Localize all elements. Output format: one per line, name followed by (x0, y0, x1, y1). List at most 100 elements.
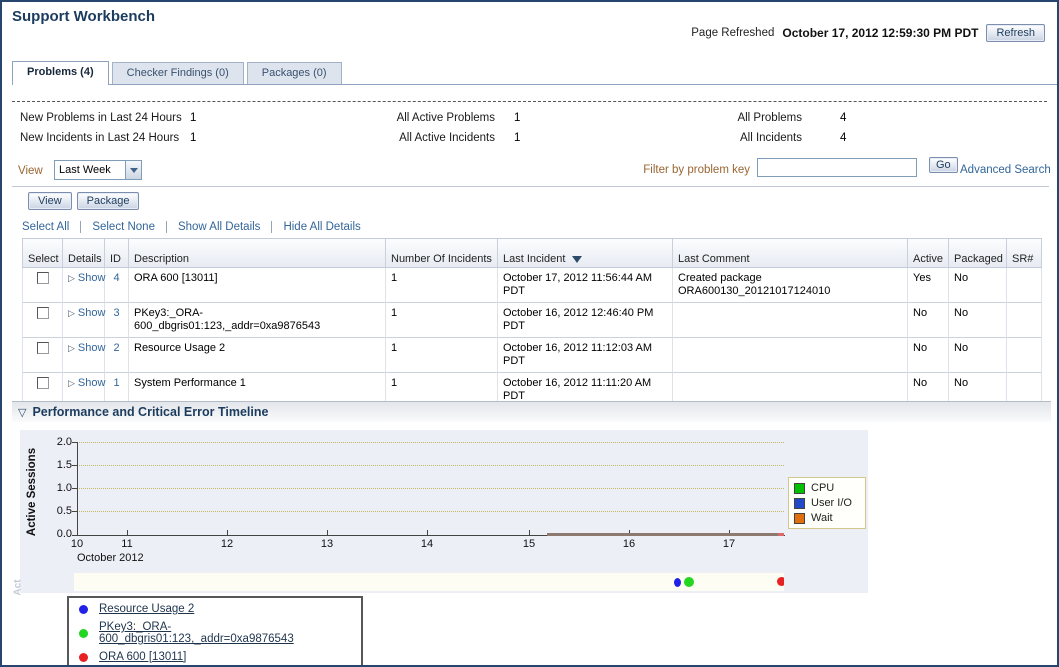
select-none-link[interactable]: Select None (80, 221, 155, 233)
col-header-packaged[interactable]: Packaged (949, 239, 1007, 267)
y-tick-label: 1.0 (42, 482, 72, 494)
x-tick-label: 12 (215, 538, 239, 550)
stat-all-problems-label: All Problems (632, 112, 802, 124)
last-incident-cell: October 17, 2012 11:56:44 AM PDT (498, 268, 673, 303)
show-all-details-link[interactable]: Show All Details (166, 221, 260, 233)
stat-new-problems-value: 1 (190, 112, 196, 124)
timeline-chart: Active Sessions 2.0 1.5 1.0 0.5 0.0 10 1… (20, 430, 868, 593)
go-button[interactable]: Go (929, 157, 958, 173)
overview-marker-dot-red[interactable] (777, 577, 784, 586)
problem-id-link[interactable]: 3 (113, 307, 119, 319)
legend-item-user-io: User I/O (794, 497, 860, 509)
show-details-link[interactable]: Show (78, 342, 106, 354)
stat-all-problems-value: 4 (840, 112, 846, 124)
legend-label: CPU (811, 482, 834, 494)
x-tick-label: 11 (115, 538, 139, 550)
problem-key-filter-input[interactable] (757, 158, 917, 177)
hide-all-details-link[interactable]: Hide All Details (271, 221, 360, 233)
col-header-last-comment[interactable]: Last Comment (673, 239, 908, 267)
dropdown-arrow-icon[interactable] (125, 161, 141, 179)
problem-link-resource-usage[interactable]: Resource Usage 2 (99, 603, 194, 615)
col-header-details[interactable]: Details (63, 239, 105, 267)
refresh-bar: Page Refreshed October 17, 2012 12:59:30… (691, 24, 1045, 42)
problem-id-link[interactable]: 1 (113, 377, 119, 389)
table-row: ▷Show 4 ORA 600 [13011] 1 October 17, 20… (22, 268, 1042, 303)
row-checkbox[interactable] (37, 342, 49, 354)
problem-id-link[interactable]: 4 (113, 272, 119, 284)
timeline-overview-strip[interactable] (74, 573, 784, 591)
problem-legend-box: Resource Usage 2 PKey3:_ORA-600_dbgris01… (67, 596, 363, 667)
expand-arrow-icon[interactable]: ▷ (68, 308, 75, 318)
problem-description: PKey3:_ORA-600_dbgris01:123,_addr=0xa987… (129, 303, 386, 338)
problem-description: Resource Usage 2 (129, 338, 386, 373)
show-details-link[interactable]: Show (78, 272, 106, 284)
tab-packages[interactable]: Packages (0) (247, 62, 342, 84)
stat-active-problems-label: All Active Problems (292, 112, 495, 124)
stat-active-problems-value: 1 (514, 112, 520, 124)
page-title: Support Workbench (12, 8, 155, 25)
collapse-triangle-icon[interactable]: ▽ (18, 406, 26, 419)
col-header-number-of-incidents[interactable]: Number Of Incidents (386, 239, 498, 267)
problem-link-pkey3-ora-600[interactable]: PKey3:_ORA-600_dbgris01:123,_addr=0xa987… (99, 621, 351, 645)
advanced-search-link[interactable]: Advanced Search (960, 164, 1051, 176)
col-header-description[interactable]: Description (129, 239, 386, 267)
col-header-last-incident[interactable]: Last Incident (498, 239, 673, 267)
select-all-link[interactable]: Select All (22, 221, 69, 233)
col-header-select[interactable]: Select (22, 239, 63, 267)
stat-new-incidents-value: 1 (190, 132, 196, 144)
view-select[interactable]: Last Week (54, 160, 142, 180)
col-header-sr[interactable]: SR# (1007, 239, 1042, 267)
expand-arrow-icon[interactable]: ▷ (68, 273, 75, 283)
expand-arrow-icon[interactable]: ▷ (68, 378, 75, 388)
tab-bar: Problems (4) Checker Findings (0) Packag… (12, 58, 1057, 85)
tab-problems[interactable]: Problems (4) (12, 61, 109, 85)
row-checkbox[interactable] (37, 377, 49, 389)
sr-number (1007, 338, 1042, 373)
packaged-flag: No (949, 268, 1007, 303)
problem-legend-row: Resource Usage 2 (69, 600, 361, 618)
view-label: View (18, 165, 43, 177)
expand-arrow-icon[interactable]: ▷ (68, 343, 75, 353)
gridline (79, 488, 784, 489)
table-row: ▷Show 3 PKey3:_ORA-600_dbgris01:123,_add… (22, 303, 1042, 338)
x-tick-mark (127, 530, 128, 535)
selection-links-row: Select All Select None Show All Details … (22, 221, 361, 233)
show-details-link[interactable]: Show (78, 307, 106, 319)
last-incident-header-label: Last Incident (503, 253, 565, 265)
tab-checker-findings[interactable]: Checker Findings (0) (112, 62, 244, 84)
x-tick-label: 10 (65, 538, 89, 550)
problem-link-ora-600-13011[interactable]: ORA 600 [13011] (99, 651, 186, 663)
table-row: ▷Show 2 Resource Usage 2 1 October 16, 2… (22, 338, 1042, 373)
sort-descending-icon[interactable] (572, 256, 582, 263)
timeline-section-header[interactable]: ▽ Performance and Critical Error Timelin… (12, 401, 1051, 422)
row-checkbox[interactable] (37, 272, 49, 284)
sr-number (1007, 303, 1042, 338)
x-tick-label: 14 (415, 538, 439, 550)
col-header-id[interactable]: ID (105, 239, 129, 267)
problem-id-link[interactable]: 2 (113, 342, 119, 354)
user-io-swatch (794, 498, 805, 509)
legend-item-wait: Wait (794, 512, 860, 524)
refresh-button[interactable]: Refresh (986, 24, 1045, 42)
page-refreshed-timestamp: October 17, 2012 12:59:30 PM PDT (782, 26, 978, 40)
last-comment-cell (673, 338, 908, 373)
row-checkbox[interactable] (37, 307, 49, 319)
packaged-flag: No (949, 303, 1007, 338)
overview-marker-dot-blue[interactable] (674, 578, 681, 587)
filter-by-problem-key-label: Filter by problem key (620, 164, 750, 176)
x-tick-mark (327, 530, 328, 535)
x-tick-mark (529, 530, 530, 535)
stat-active-incidents-value: 1 (514, 132, 520, 144)
packaged-flag: No (949, 338, 1007, 373)
view-button[interactable]: View (28, 192, 72, 210)
incident-count: 1 (386, 338, 498, 373)
legend-label: Wait (811, 512, 833, 524)
package-button[interactable]: Package (77, 192, 140, 210)
overview-y-axis-title-clipped: Act (13, 579, 24, 595)
col-header-active[interactable]: Active (908, 239, 949, 267)
sr-number (1007, 268, 1042, 303)
show-details-link[interactable]: Show (78, 377, 106, 389)
table-toolbar: View Package (28, 192, 139, 210)
support-workbench-page: Support Workbench Page Refreshed October… (0, 0, 1059, 667)
overview-marker-dot-green[interactable] (684, 577, 694, 587)
